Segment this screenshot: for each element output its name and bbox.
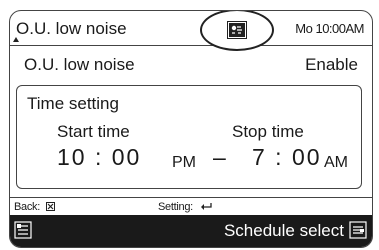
setting-value[interactable]: Enable [305,55,358,75]
schedule-icon[interactable] [349,221,367,239]
stop-time-label: Stop time [232,122,304,141]
menu-icon[interactable] [14,221,32,239]
setting-hint-label: Setting: [158,201,193,213]
time-setting-box[interactable]: Time setting Start time Stop time 10 : 0… [16,85,362,189]
footer-hints: Back: Setting: [10,197,372,214]
back-hint-label: Back: [14,201,41,213]
time-separator: – [213,144,226,170]
stop-time-value[interactable]: 7 : 00 [252,144,322,171]
bottom-function-bar: Schedule select [10,215,372,247]
setting-label: O.U. low noise [24,55,135,74]
schedule-select-label[interactable]: Schedule select [224,221,344,241]
low-noise-mode-icon [227,21,247,39]
back-button-icon[interactable] [46,202,55,211]
mode-indicator [200,11,274,51]
screen-title: O.U. low noise [16,19,127,38]
clock-display: Mo 10:00AM [295,21,364,36]
start-time-ampm[interactable]: PM [172,154,196,172]
header-bar: O.U. low noise Mo 10:00AM [10,11,372,51]
start-time-label: Start time [57,122,130,141]
stop-time-ampm[interactable]: AM [324,154,348,172]
setting-row-low-noise[interactable]: O.U. low noise Enable [10,47,372,87]
start-time-value[interactable]: 10 : 00 [57,144,141,171]
controller-screen: O.U. low noise Mo 10:00AM O.U. low noise… [9,10,373,248]
time-setting-title: Time setting [27,94,119,113]
scroll-up-arrow-icon [13,37,19,42]
enter-arrow-icon[interactable] [200,202,213,211]
